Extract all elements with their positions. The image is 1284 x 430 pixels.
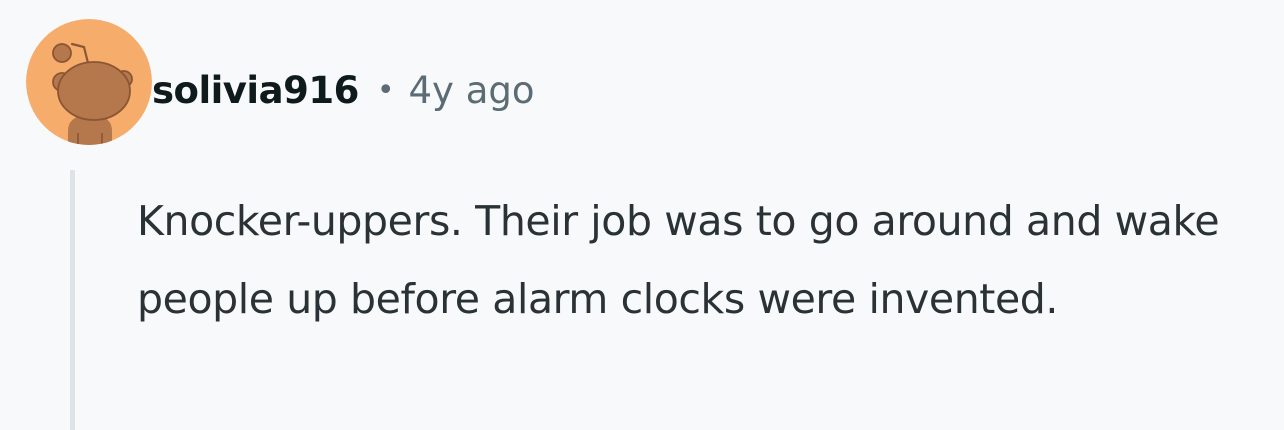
reddit-snoo-avatar-icon [26,19,152,145]
comment: solivia916 • 4y ago Knocker-uppers. Thei… [0,0,1284,430]
thread-collapse-line[interactable] [70,170,75,430]
meta-separator: • [376,72,395,108]
comment-meta: solivia916 • 4y ago [152,62,535,118]
comment-body: Knocker-uppers. Their job was to go arou… [137,197,1220,323]
timestamp-link[interactable]: 4y ago [409,69,535,112]
avatar[interactable] [26,19,152,145]
username-link[interactable]: solivia916 [152,69,359,112]
